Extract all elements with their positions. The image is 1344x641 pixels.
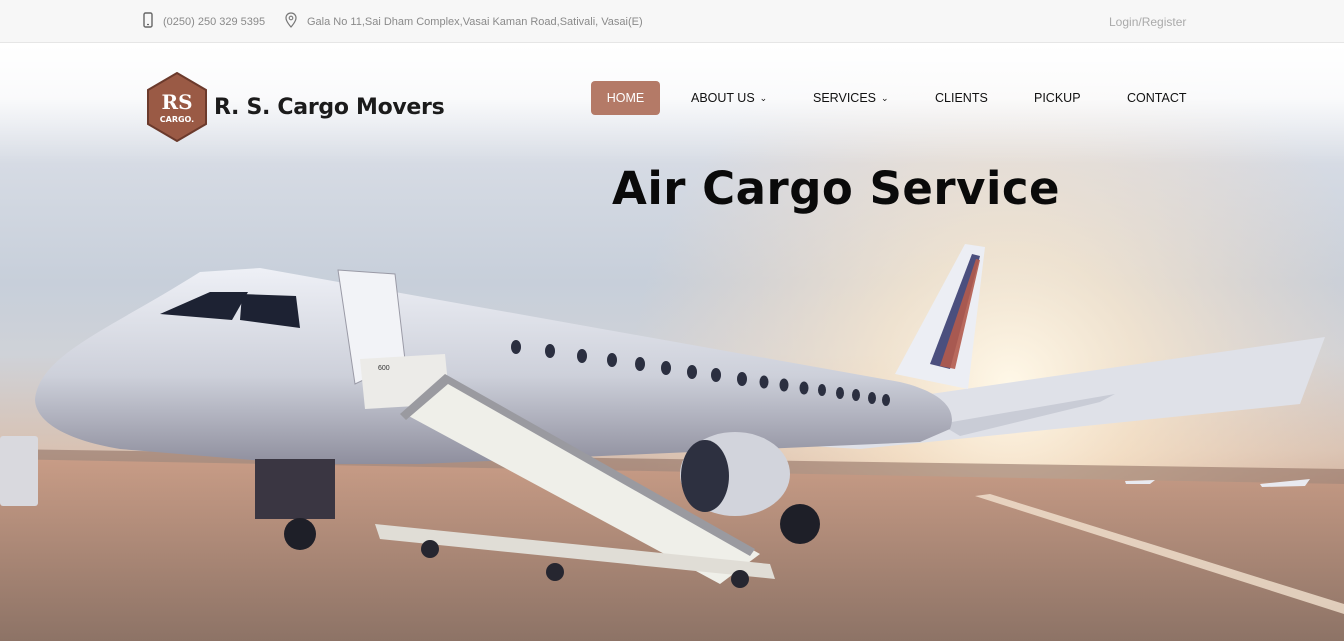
chevron-down-icon: ⌄ xyxy=(759,92,768,103)
logo-subtext: CARGO. xyxy=(160,115,194,124)
phone-number: (0250) 250 329 5395 xyxy=(163,15,266,28)
stair-wheel xyxy=(731,570,749,588)
phone-icon xyxy=(143,12,153,31)
nose-gear xyxy=(255,459,335,519)
nav-about-us[interactable]: ABOUT US ⌄ xyxy=(691,81,767,115)
address-text: Gala No 11,Sai Dham Complex,Vasai Kaman … xyxy=(307,15,643,28)
logo-initials: RS xyxy=(161,90,192,114)
chevron-down-icon: ⌄ xyxy=(881,92,889,103)
landing-gear-wheel xyxy=(780,504,820,544)
aircraft-number: 600 xyxy=(378,365,390,372)
location-pin-icon xyxy=(285,12,297,31)
nav-home-label: HOME xyxy=(606,91,645,105)
nav-pickup-label: PICKUP xyxy=(1034,91,1081,105)
nose-wheel xyxy=(284,518,316,550)
nav-about-label: ABOUT US xyxy=(691,91,755,105)
stair-wheel xyxy=(421,540,439,558)
nav-services[interactable]: SERVICES ⌄ xyxy=(813,81,889,115)
hero-headline: Air Cargo Service xyxy=(612,162,1061,215)
brand-name: R. S. Cargo Movers xyxy=(214,94,445,120)
site-logo[interactable]: RS CARGO. R. S. Cargo Movers xyxy=(146,72,445,142)
nav-home[interactable]: HOME xyxy=(591,81,660,115)
phone-info: (0250) 250 329 5395 xyxy=(143,0,265,43)
address-info: Gala No 11,Sai Dham Complex,Vasai Kaman … xyxy=(285,0,643,43)
nav-contact[interactable]: CONTACT xyxy=(1127,81,1187,115)
top-info-bar: (0250) 250 329 5395 Gala No 11,Sai Dham … xyxy=(0,0,1344,43)
login-register-link[interactable]: Login/Register xyxy=(1109,15,1186,29)
stair-wheel xyxy=(546,563,564,581)
nav-clients-label: CLIENTS xyxy=(935,91,988,105)
nav-clients[interactable]: CLIENTS xyxy=(935,81,988,115)
nav-services-label: SERVICES xyxy=(813,91,876,105)
nav-contact-label: CONTACT xyxy=(1127,91,1187,105)
engine-intake xyxy=(681,440,729,512)
nav-pickup[interactable]: PICKUP xyxy=(1034,81,1081,115)
logo-hexagon-icon: RS CARGO. xyxy=(147,72,207,142)
ground-vehicle xyxy=(0,436,38,506)
